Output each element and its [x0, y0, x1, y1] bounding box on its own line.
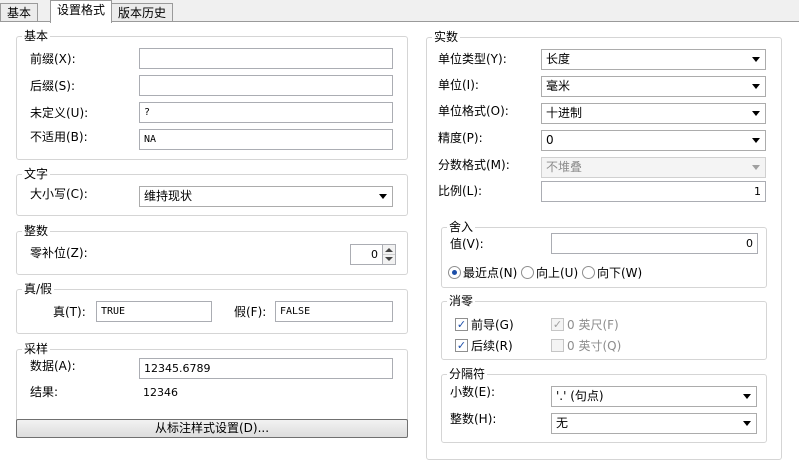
- real-group-title: 实数: [434, 30, 459, 44]
- prefix-label: 前缀(X):: [30, 52, 76, 66]
- rounding-up-label: 向上(U): [536, 266, 579, 280]
- chevron-down-icon: [752, 165, 760, 170]
- chevron-down-icon: [752, 84, 760, 89]
- true-input[interactable]: TRUE: [96, 301, 212, 322]
- rounding-value-label: 值(V):: [450, 237, 484, 251]
- spin-up-icon[interactable]: [385, 248, 393, 252]
- case-label: 大小写(C):: [30, 187, 88, 201]
- leading-zero-label: 前导(G): [471, 318, 514, 332]
- case-combo-value: 维持现状: [144, 189, 193, 203]
- unit-label: 单位(I):: [438, 78, 479, 92]
- integer-separator-combo[interactable]: 无: [551, 413, 757, 434]
- false-input[interactable]: FALSE: [275, 301, 393, 322]
- tab-formatting[interactable]: 设置格式: [50, 0, 113, 23]
- text-group-title: 文字: [24, 167, 49, 181]
- na-input[interactable]: NA: [139, 129, 393, 150]
- scale-input[interactable]: 1: [541, 181, 766, 202]
- tab-version-history[interactable]: 版本历史: [111, 3, 174, 22]
- chevron-down-icon: [752, 138, 760, 143]
- scale-label: 比例(L):: [438, 184, 483, 198]
- integer-group-title: 整数: [24, 224, 49, 238]
- sample-data-label: 数据(A):: [30, 359, 76, 373]
- unit-combo[interactable]: 毫米: [541, 76, 766, 97]
- rounding-value-input[interactable]: 0: [551, 233, 758, 254]
- sample-result-value: 12346: [143, 386, 178, 399]
- unit-format-value: 十进制: [546, 106, 583, 120]
- integer-separator-value: 无: [556, 416, 569, 430]
- separator-group-title: 分隔符: [449, 367, 486, 381]
- rounding-down-radio[interactable]: [582, 266, 595, 279]
- unit-type-value: 长度: [546, 52, 571, 66]
- precision-combo[interactable]: 0: [541, 130, 766, 151]
- fraction-format-combo[interactable]: 不堆叠: [541, 157, 766, 178]
- leading-zero-checkbox[interactable]: ✓: [455, 318, 468, 331]
- chevron-down-icon: [379, 194, 387, 199]
- chevron-down-icon: [743, 421, 751, 426]
- chevron-down-icon: [743, 394, 751, 399]
- unit-value: 毫米: [546, 79, 571, 93]
- zero-inch-checkbox[interactable]: [551, 339, 564, 352]
- zero-pad-spinner[interactable]: [383, 244, 396, 265]
- zero-inch-label: 0 英寸(Q): [567, 339, 622, 353]
- sample-group-title: 采样: [24, 342, 49, 356]
- zero-pad-input[interactable]: 0: [350, 244, 383, 265]
- decimal-separator-value: '.' (句点): [556, 389, 604, 403]
- from-dimstyle-button[interactable]: 从标注样式设置(D)...: [16, 419, 408, 438]
- trailing-zero-checkbox[interactable]: ✓: [455, 339, 468, 352]
- decimal-separator-label: 小数(E):: [450, 385, 495, 399]
- rounding-nearest-label: 最近点(N): [463, 266, 518, 280]
- precision-value: 0: [546, 133, 554, 147]
- rounding-group-title: 舍入: [449, 220, 474, 234]
- suffix-input[interactable]: [139, 75, 393, 96]
- unit-format-combo[interactable]: 十进制: [541, 103, 766, 124]
- unit-type-label: 单位类型(Y):: [438, 52, 507, 66]
- precision-label: 精度(P):: [438, 131, 483, 145]
- spin-divider: [383, 254, 395, 255]
- rounding-up-radio[interactable]: [521, 266, 534, 279]
- sample-data-input[interactable]: 12345.6789: [139, 358, 393, 379]
- integer-separator-label: 整数(H):: [450, 412, 497, 426]
- undefined-label: 未定义(U):: [30, 106, 89, 120]
- true-label: 真(T):: [53, 305, 86, 319]
- unit-format-label: 单位格式(O):: [438, 104, 509, 118]
- chevron-down-icon: [752, 111, 760, 116]
- na-label: 不适用(B):: [30, 130, 88, 144]
- case-combo[interactable]: 维持现状: [139, 186, 393, 207]
- zero-feet-checkbox[interactable]: ✓: [551, 318, 564, 331]
- sample-result-label: 结果:: [30, 385, 59, 399]
- tab-panel: 基本 前缀(X): 后缀(S): 未定义(U): ? 不适用(B): NA 文字…: [0, 21, 799, 467]
- sample-group: 采样: [16, 342, 408, 424]
- decimal-separator-combo[interactable]: '.' (句点): [551, 386, 757, 407]
- chevron-down-icon: [752, 57, 760, 62]
- fraction-format-label: 分数格式(M):: [438, 158, 510, 172]
- rounding-down-label: 向下(W): [597, 266, 643, 280]
- undefined-input[interactable]: ?: [139, 102, 393, 123]
- prefix-input[interactable]: [139, 48, 393, 69]
- truefalse-group-title: 真/假: [24, 282, 53, 296]
- suffix-label: 后缀(S):: [30, 79, 76, 93]
- basic-group-title: 基本: [24, 29, 49, 43]
- zero-suppression-group-title: 消零: [449, 294, 474, 308]
- tab-basic[interactable]: 基本: [0, 3, 39, 22]
- rounding-nearest-radio[interactable]: [448, 266, 461, 279]
- unit-type-combo[interactable]: 长度: [541, 49, 766, 70]
- zero-pad-label: 零补位(Z):: [30, 246, 88, 260]
- spin-down-icon[interactable]: [385, 257, 393, 261]
- false-label: 假(F):: [234, 305, 267, 319]
- fraction-format-value: 不堆叠: [546, 160, 583, 174]
- tab-strip: 基本 设置格式 版本历史: [0, 0, 799, 23]
- zero-feet-label: 0 英尺(F): [567, 318, 619, 332]
- trailing-zero-label: 后续(R): [471, 339, 513, 353]
